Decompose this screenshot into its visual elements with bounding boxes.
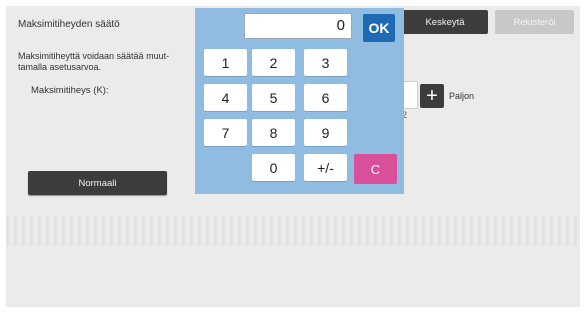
key-8[interactable]: 8 — [252, 119, 295, 146]
description-text: Maksimitiheyttä voidaan säätää muut-tama… — [18, 51, 170, 72]
key-plus-minus[interactable]: +/- — [304, 154, 347, 181]
key-3[interactable]: 3 — [304, 49, 347, 76]
normal-button[interactable]: Normaali — [28, 171, 167, 195]
key-6[interactable]: 6 — [304, 84, 347, 111]
key-9[interactable]: 9 — [304, 119, 347, 146]
plus-icon: + — [426, 85, 438, 107]
ok-button[interactable]: OK — [363, 14, 395, 42]
page-title: Maksimitiheyden säätö — [18, 19, 120, 30]
increase-label: Paljon — [449, 91, 475, 101]
key-0[interactable]: 0 — [252, 154, 295, 181]
key-7[interactable]: 7 — [204, 119, 247, 146]
clear-button[interactable]: C — [354, 154, 397, 184]
keypad-display[interactable]: 0 — [244, 13, 352, 39]
key-1[interactable]: 1 — [204, 49, 247, 76]
numeric-keypad: 0 OK 1 2 3 4 5 6 7 8 9 0 +/- C — [195, 8, 404, 194]
density-pattern-strip — [6, 216, 580, 246]
increase-button[interactable]: + — [420, 84, 444, 108]
key-4[interactable]: 4 — [204, 84, 247, 111]
key-5[interactable]: 5 — [252, 84, 295, 111]
stop-button[interactable]: Keskeytä — [402, 10, 488, 34]
key-2[interactable]: 2 — [252, 49, 295, 76]
register-button[interactable]: Rekisteröi — [495, 10, 574, 34]
max-density-label: Maksimitiheys (K): — [31, 85, 109, 96]
